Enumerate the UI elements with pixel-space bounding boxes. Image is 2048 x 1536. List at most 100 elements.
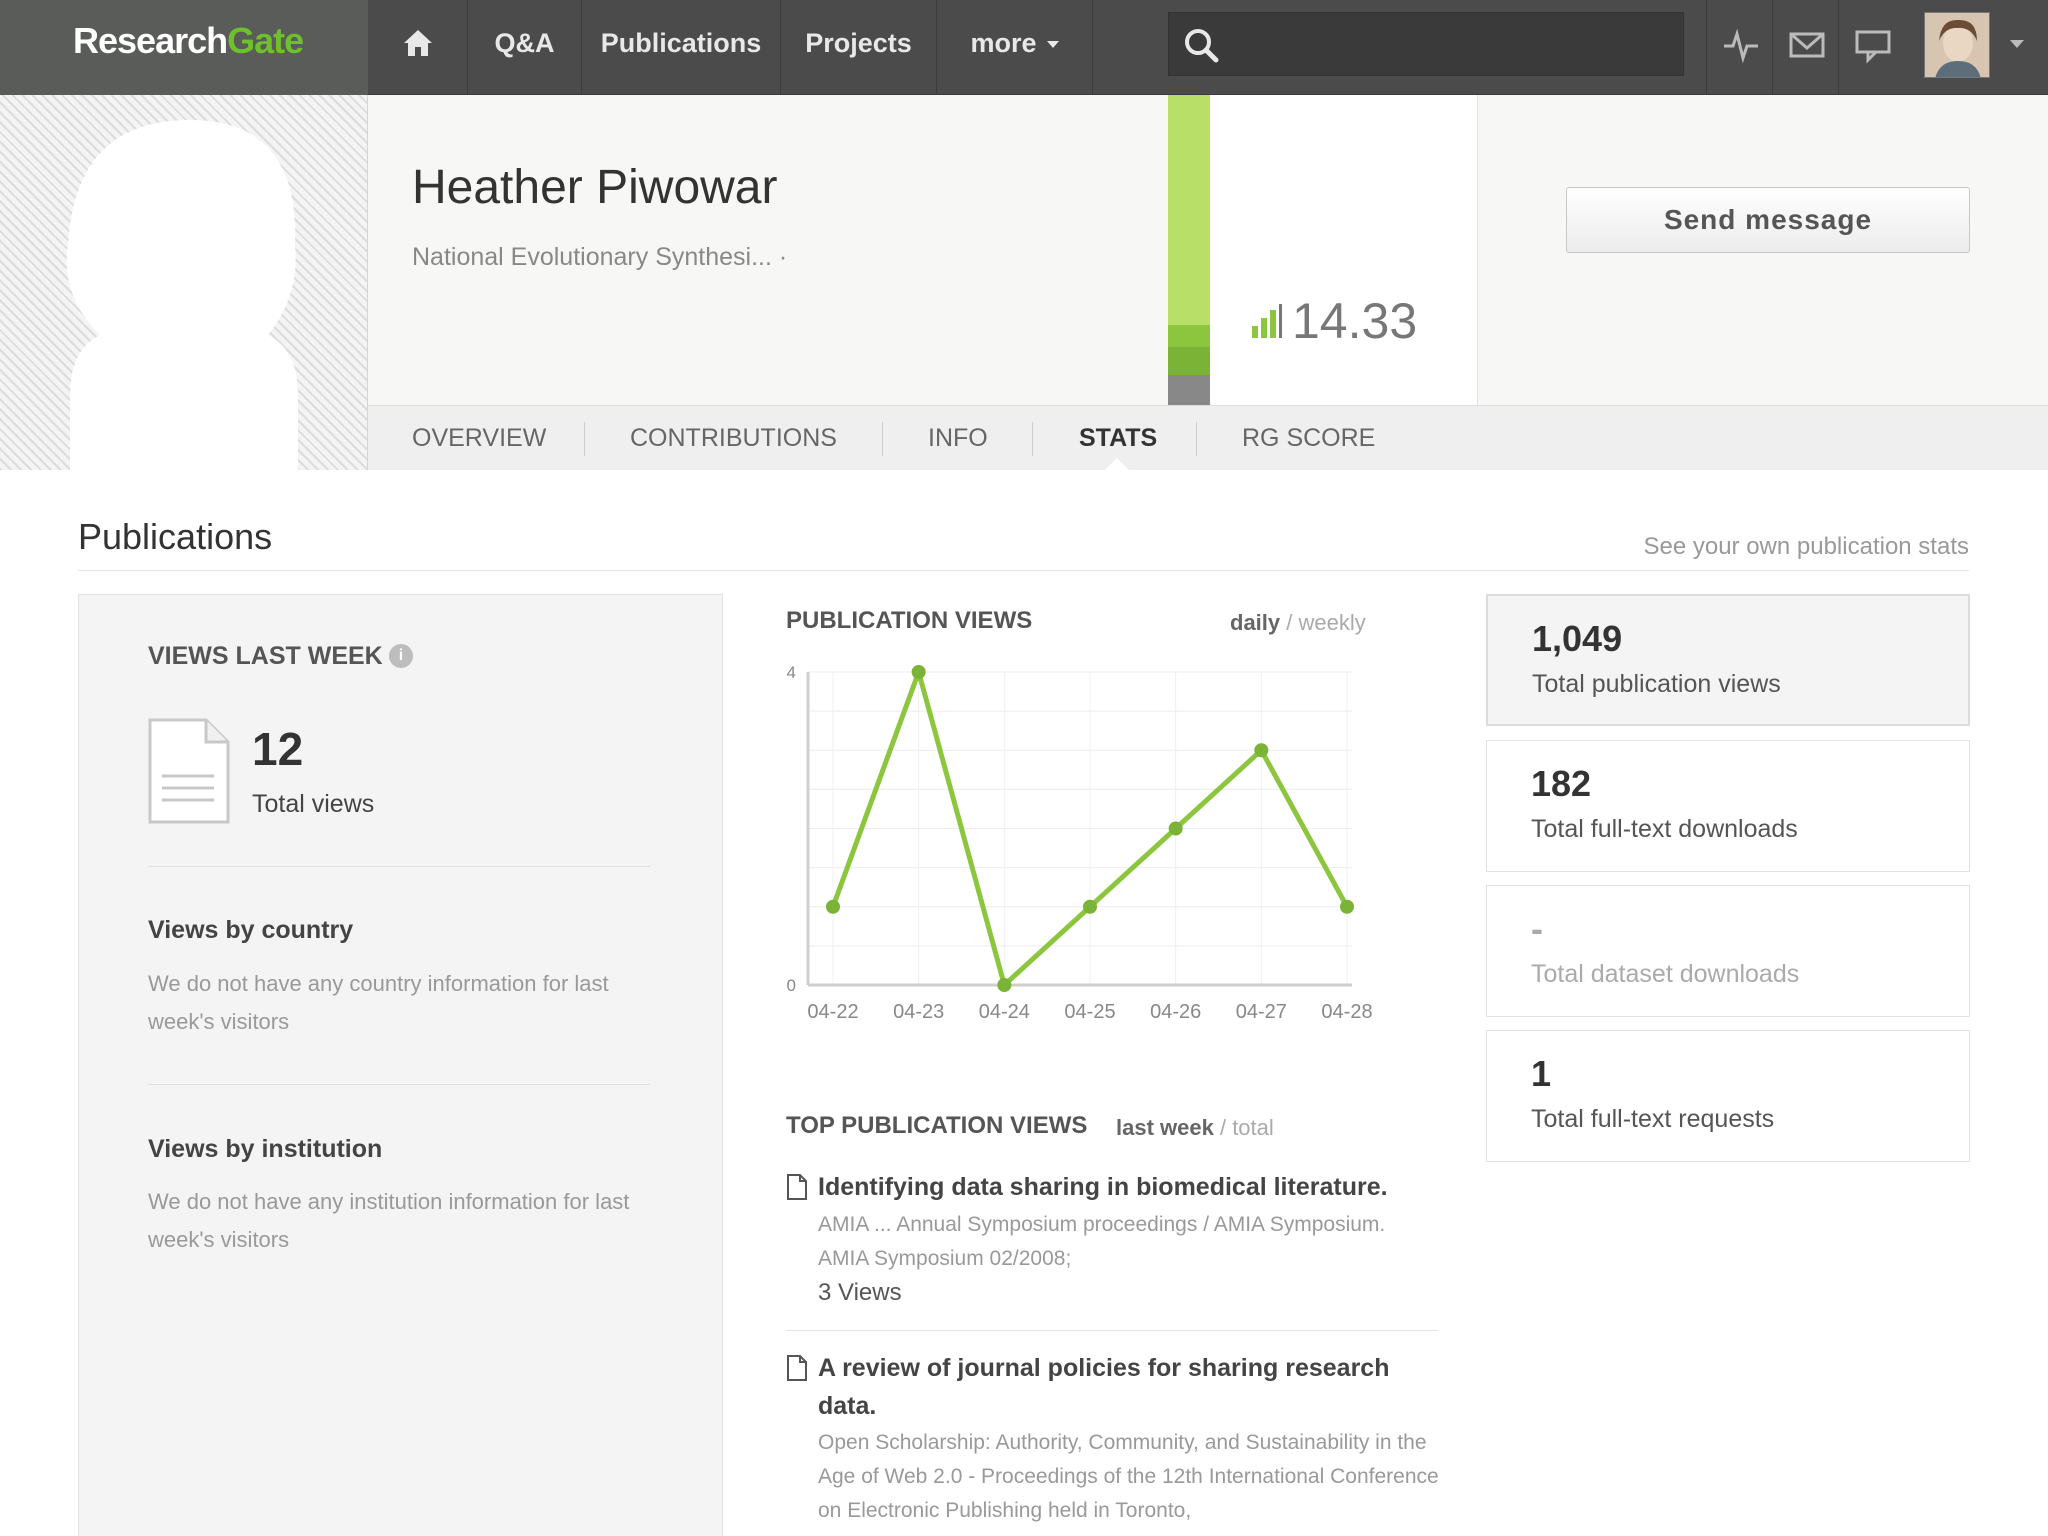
publication-views-chart: 04-22 04-23 04-24 04-25 04-26 04-27 04-28 0 4: [787, 663, 1373, 1023]
tab-contributions[interactable]: CONTRIBUTIONS: [586, 406, 881, 471]
profile-tabs: OVERVIEW CONTRIBUTIONS INFO STATS RG SCO…: [368, 405, 2048, 470]
card-divider: [148, 866, 650, 867]
section-title: Publications: [78, 516, 273, 557]
person-silhouette-icon: [66, 120, 298, 470]
speech-bubble-icon: [1855, 30, 1891, 64]
data-point[interactable]: [911, 665, 926, 679]
tab-divider: [882, 422, 883, 456]
card-divider: [148, 1084, 650, 1085]
stat-card-publication-views: 1,049 Total publication views: [1486, 594, 1970, 726]
tab-divider: [1196, 422, 1197, 456]
score-bar-level-1: [1168, 325, 1210, 347]
toggle-weekly[interactable]: weekly: [1298, 610, 1365, 635]
data-point[interactable]: [1083, 899, 1097, 914]
toggle-total[interactable]: total: [1232, 1115, 1274, 1140]
own-stats-link[interactable]: See your own publication stats: [1643, 533, 1969, 561]
profile-name: Heather Piwowar: [412, 161, 778, 214]
tab-divider: [584, 422, 585, 456]
stat-value: 1: [1531, 1053, 1552, 1094]
total-views-label: Total views: [252, 790, 375, 818]
logo-area: ResearchGate: [0, 0, 368, 95]
messages-button[interactable]: [1772, 0, 1838, 95]
publication-meta: Open Scholarship: Authority, Community, …: [818, 1431, 1439, 1522]
views-by-country-title: Views by country: [148, 916, 354, 944]
tab-info[interactable]: INFO: [884, 406, 1032, 471]
x-tick-label: 04-22: [807, 1001, 858, 1023]
stat-label: Total full-text downloads: [1531, 815, 1798, 843]
search-input[interactable]: [1168, 12, 1684, 76]
bar-chart-icon: [1252, 304, 1282, 338]
home-icon: [403, 30, 432, 56]
tab-divider: [1032, 422, 1033, 456]
stat-label: Total full-text requests: [1531, 1105, 1775, 1133]
chart-title: PUBLICATION VIEWS: [786, 607, 1033, 634]
toggle-last-week[interactable]: last week: [1116, 1115, 1214, 1140]
data-point[interactable]: [1254, 743, 1269, 758]
pulse-icon: [1724, 28, 1758, 64]
active-tab-indicator: [1105, 458, 1129, 470]
total-views-value: 12: [252, 723, 304, 775]
views-last-week-title: VIEWS LAST WEEK: [148, 642, 383, 670]
user-avatar[interactable]: [1924, 12, 1990, 78]
envelope-icon: [1789, 32, 1825, 58]
publication-title-link[interactable]: A review of journal policies for sharing…: [818, 1349, 1438, 1425]
file-icon: [787, 1355, 807, 1381]
tab-rg-score[interactable]: RG SCORE: [1198, 406, 1419, 471]
rg-score-bar: [1168, 95, 1210, 405]
top-navigation-bar: ResearchGate Q&A Publications Projects m…: [0, 0, 2048, 95]
logo-text-gate: Gate: [227, 20, 304, 61]
researchgate-logo[interactable]: ResearchGate: [73, 20, 304, 62]
stat-value: 182: [1531, 763, 1592, 804]
account-caret-icon[interactable]: [2010, 40, 2024, 48]
x-tick-label: 04-24: [979, 1001, 1030, 1023]
toggle-daily[interactable]: daily: [1230, 610, 1280, 635]
views-by-institution-title: Views by institution: [148, 1135, 383, 1163]
profile-institution[interactable]: National Evolutionary Synthesi... ·: [412, 243, 787, 272]
rg-score-panel[interactable]: [1210, 95, 1478, 405]
notifications-button[interactable]: [1838, 0, 1904, 95]
section-divider: [78, 570, 1969, 571]
stat-value: 1,049: [1532, 618, 1623, 659]
x-tick-label: 04-28: [1321, 1001, 1372, 1023]
activity-button[interactable]: [1706, 0, 1772, 95]
x-tick-label: 04-27: [1236, 1001, 1287, 1023]
publication-meta: AMIA ... Annual Symposium proceedings / …: [818, 1213, 1386, 1236]
info-icon[interactable]: i: [389, 644, 413, 668]
nav-qa-label: Q&A: [494, 28, 555, 58]
top-publications-toggle: last week / total: [1116, 1115, 1274, 1141]
stat-card-dataset-downloads: - Total dataset downloads: [1486, 885, 1970, 1017]
y-tick-label: 4: [787, 663, 796, 682]
data-point[interactable]: [1340, 899, 1354, 914]
stat-card-fulltext-requests: 1 Total full-text requests: [1486, 1030, 1970, 1162]
nav-publications[interactable]: Publications: [582, 0, 781, 95]
chart-labels: 04-22 04-23 04-24 04-25 04-26 04-27 04-28 0 4: [787, 663, 1373, 1023]
nav-projects-label: Projects: [805, 28, 912, 58]
nav-qa[interactable]: Q&A: [468, 0, 582, 95]
send-message-button[interactable]: Send message: [1566, 187, 1970, 253]
caret-down-icon: [1046, 41, 1059, 49]
nav-more-dropdown[interactable]: more: [937, 0, 1093, 95]
chart-period-toggle: daily / weekly: [1230, 610, 1366, 636]
data-point[interactable]: [826, 899, 840, 914]
rg-score-value: 14.33: [1292, 293, 1418, 349]
data-point[interactable]: [997, 978, 1012, 992]
nav-projects[interactable]: Projects: [781, 0, 937, 95]
publication-title-link[interactable]: Identifying data sharing in biomedical l…: [818, 1168, 1438, 1206]
publication-views-count: 3 Views: [818, 1279, 902, 1306]
tab-overview[interactable]: OVERVIEW: [368, 406, 590, 471]
search-icon: [1185, 29, 1219, 63]
y-tick-label: 0: [787, 976, 796, 995]
logo-text-research: Research: [73, 20, 228, 61]
document-icon: [148, 718, 230, 824]
data-point[interactable]: [1168, 821, 1183, 836]
toggle-separator: /: [1213, 1115, 1233, 1140]
score-bar-level-2: [1168, 347, 1210, 375]
nav-home-button[interactable]: [368, 0, 468, 95]
stat-label: Total publication views: [1532, 670, 1781, 698]
nav-publications-label: Publications: [600, 28, 762, 58]
score-bar-level-3: [1168, 375, 1210, 405]
views-by-institution-text: We do not have any institution informati…: [148, 1189, 630, 1252]
profile-avatar-placeholder: [0, 95, 368, 470]
stat-label: Total dataset downloads: [1531, 960, 1800, 988]
x-tick-label: 04-26: [1150, 1001, 1201, 1023]
